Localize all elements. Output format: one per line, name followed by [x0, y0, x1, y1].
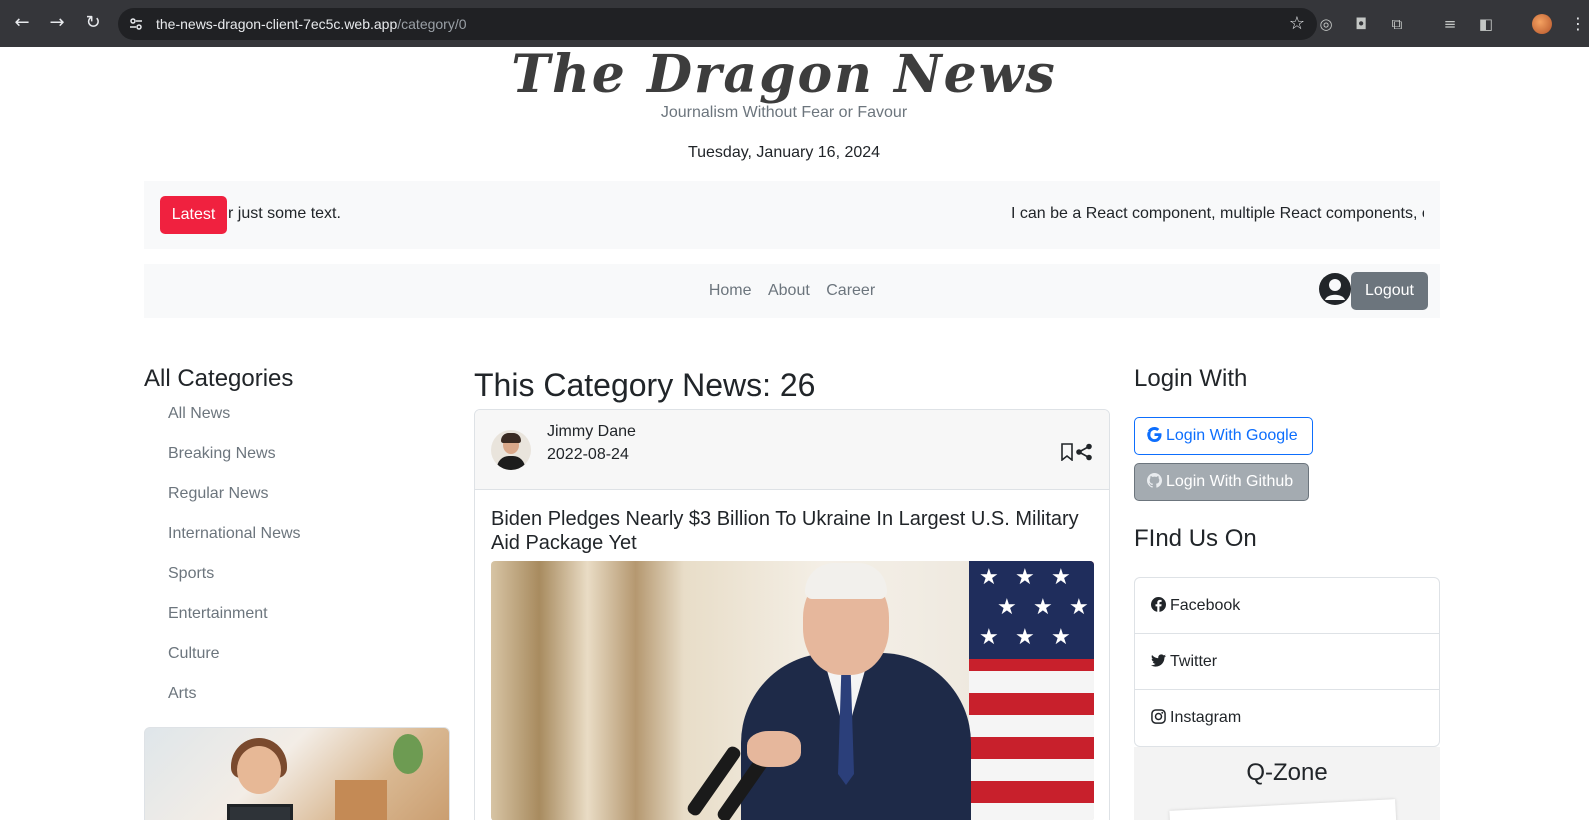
news-ticker: Latest r just some text. I can be a Reac…: [144, 181, 1440, 249]
site-logo[interactable]: The Dragon News: [0, 47, 1568, 103]
login-github-button[interactable]: Login With Github: [1134, 463, 1309, 501]
promo-girl-face: [237, 746, 281, 794]
promo-chalkboard: [227, 804, 293, 820]
nav-links: Home About Career: [144, 282, 1440, 300]
social-facebook[interactable]: Facebook: [1135, 578, 1439, 634]
category-international-news[interactable]: International News: [168, 525, 301, 565]
login-google-label: Login With Google: [1166, 427, 1298, 444]
compass-extension-icon[interactable]: ◎: [1316, 14, 1336, 34]
address-bar[interactable]: the-news-dragon-client-7ec5c.web.app/cat…: [118, 8, 1317, 40]
current-date: Tuesday, January 16, 2024: [687, 144, 881, 161]
author-name: Jimmy Dane: [547, 423, 636, 440]
bookmark-icon[interactable]: [1061, 443, 1073, 461]
social-twitter[interactable]: Twitter: [1135, 634, 1439, 690]
nav-about-link[interactable]: About: [768, 282, 810, 299]
camera-extension-icon[interactable]: ◘: [1351, 14, 1371, 34]
forward-icon[interactable]: →: [46, 12, 68, 34]
latest-button[interactable]: Latest: [160, 196, 227, 234]
news-title[interactable]: Biden Pledges Nearly $3 Billion To Ukrai…: [491, 507, 1091, 555]
twitter-icon: [1151, 654, 1166, 667]
news-image-flag: ★ ★ ★ ★ ★ ★ ★ ★ ★: [969, 561, 1094, 820]
social-instagram-label: Instagram: [1170, 709, 1242, 726]
url-text[interactable]: the-news-dragon-client-7ec5c.web.app/cat…: [156, 16, 467, 32]
ticker-text-right: I can be a React component, multiple Rea…: [1011, 205, 1424, 222]
side-panel-icon[interactable]: ◧: [1476, 14, 1496, 34]
page: The Dragon News Journalism Without Fear …: [0, 47, 1589, 820]
nav-career-link[interactable]: Career: [826, 282, 875, 299]
category-news-heading: This Category News: 26: [474, 367, 816, 403]
category-entertainment[interactable]: Entertainment: [168, 605, 301, 645]
category-culture[interactable]: Culture: [168, 645, 301, 685]
extensions-icon[interactable]: ⧉: [1387, 14, 1407, 34]
back-icon[interactable]: ←: [11, 12, 33, 34]
facebook-icon: [1151, 597, 1166, 612]
bookmark-star-icon[interactable]: ☆: [1289, 13, 1305, 34]
categories-title: All Categories: [144, 365, 294, 392]
login-with-title: Login With: [1134, 365, 1248, 392]
site-settings-icon[interactable]: [128, 16, 144, 32]
nav-home-link[interactable]: Home: [709, 282, 752, 299]
category-breaking-news[interactable]: Breaking News: [168, 445, 301, 485]
promo-box: [335, 780, 387, 820]
profile-icon[interactable]: [1532, 14, 1552, 34]
category-list: All News Breaking News Regular News Inte…: [168, 405, 301, 725]
q-zone-panel: Q-Zone: [1134, 747, 1440, 820]
reading-list-icon[interactable]: ≡: [1440, 14, 1460, 34]
find-us-title: FInd Us On: [1134, 525, 1257, 552]
ticker-text-left: r just some text.: [228, 205, 341, 222]
news-image[interactable]: ★ ★ ★ ★ ★ ★ ★ ★ ★: [491, 561, 1094, 820]
user-avatar-icon[interactable]: [1319, 273, 1351, 305]
category-arts[interactable]: Arts: [168, 685, 301, 725]
instagram-icon: [1151, 709, 1166, 724]
category-regular-news[interactable]: Regular News: [168, 485, 301, 525]
promo-plant: [393, 734, 423, 774]
menu-dots-icon[interactable]: ⋮: [1570, 14, 1586, 33]
main-navbar: Home About Career Logout: [144, 264, 1440, 318]
social-instagram[interactable]: Instagram: [1135, 690, 1439, 746]
login-google-button[interactable]: Login With Google: [1134, 417, 1313, 455]
card-actions: [1061, 443, 1092, 461]
author-avatar: [491, 430, 531, 470]
github-icon: [1147, 473, 1162, 488]
news-card-header: Jimmy Dane 2022-08-24: [475, 410, 1109, 490]
url-path: /category/0: [397, 16, 467, 32]
login-github-label: Login With Github: [1166, 473, 1294, 490]
google-icon: [1147, 427, 1162, 442]
news-card: Jimmy Dane 2022-08-24 Biden Pledges Near…: [474, 409, 1110, 820]
social-links: Facebook Twitter Instagram: [1134, 577, 1440, 747]
reload-icon[interactable]: ↻: [82, 12, 104, 34]
social-twitter-label: Twitter: [1170, 653, 1218, 670]
category-sports[interactable]: Sports: [168, 565, 301, 605]
q-zone-image[interactable]: [1169, 799, 1397, 820]
tagline: Journalism Without Fear or Favour: [660, 104, 908, 121]
browser-toolbar: ← → ↻ the-news-dragon-client-7ec5c.web.a…: [0, 0, 1589, 47]
logout-button[interactable]: Logout: [1351, 272, 1428, 310]
category-promo-image[interactable]: [144, 727, 450, 820]
url-host: the-news-dragon-client-7ec5c.web.app: [156, 16, 398, 32]
q-zone-title: Q-Zone: [1246, 759, 1328, 786]
share-icon[interactable]: [1076, 443, 1092, 461]
category-all-news[interactable]: All News: [168, 405, 301, 445]
publish-date: 2022-08-24: [547, 446, 629, 463]
social-facebook-label: Facebook: [1170, 597, 1241, 614]
